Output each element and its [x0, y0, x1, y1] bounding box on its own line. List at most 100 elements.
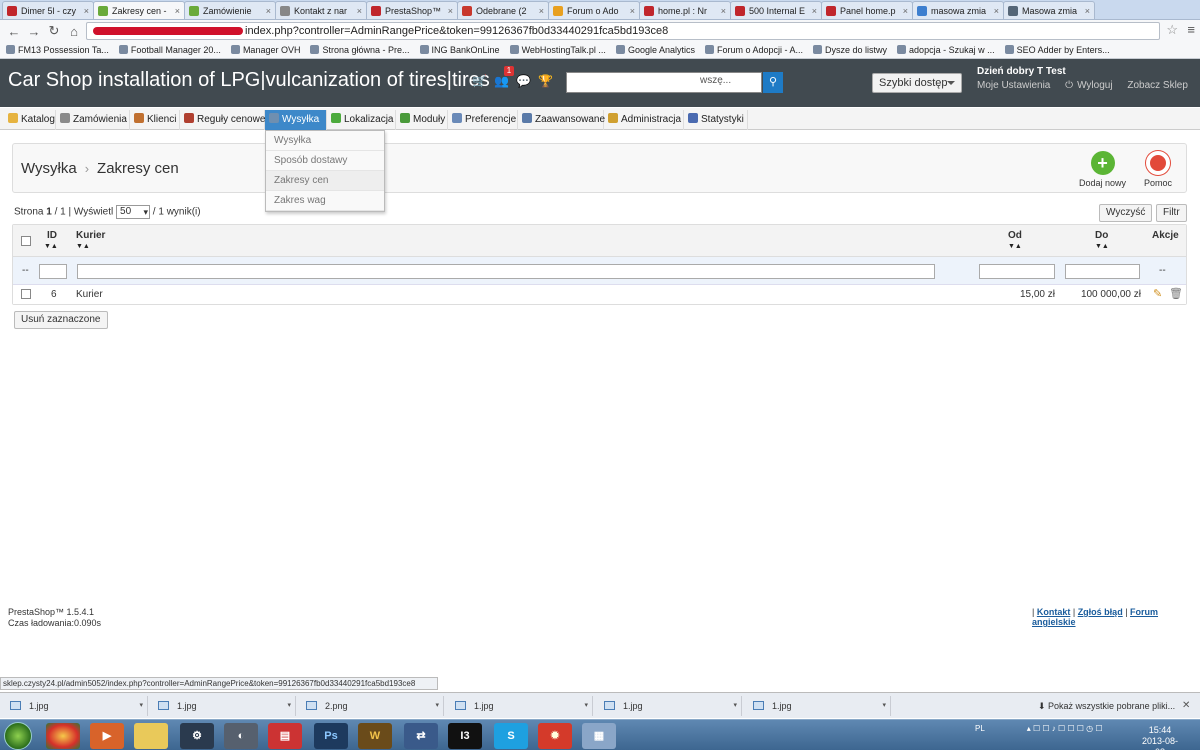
filter-id-input[interactable] [39, 264, 67, 279]
browser-tab[interactable]: PrestaShop™ × [366, 1, 458, 19]
submenu-item-carriers[interactable]: Sposób dostawy [266, 151, 384, 171]
breadcrumb-parent[interactable]: Wysyłka [21, 160, 77, 177]
folder-icon[interactable] [134, 723, 168, 749]
skype-icon[interactable]: S [494, 723, 528, 749]
filter-button[interactable]: Filtr [1156, 204, 1187, 222]
table-row[interactable]: 6 Kurier 15,00 zł 100 000,00 zł ✎ 🗑 [13, 285, 1186, 304]
menu-item[interactable]: Klienci [130, 110, 180, 130]
warcraft-icon[interactable]: W [358, 723, 392, 749]
submenu-item-price-ranges[interactable]: Zakresy cen [266, 171, 384, 191]
admin-search-input[interactable] [566, 72, 762, 93]
sort-from-icon[interactable]: ▼▲ [1008, 243, 1022, 250]
bookmark-item[interactable]: FM13 Possession Ta... [6, 42, 109, 58]
bookmark-item[interactable]: Football Manager 20... [118, 42, 221, 58]
per-page-select[interactable]: 50 [116, 205, 151, 219]
shop-title[interactable]: Car Shop installation of LPG|vulcanizati… [8, 69, 490, 92]
media-player-icon[interactable]: ▶ [90, 723, 124, 749]
menu-item[interactable]: Statystyki [684, 110, 748, 130]
tab-close-icon[interactable]: × [357, 6, 362, 16]
menu-icon[interactable]: ≡ [1187, 22, 1195, 37]
edit-icon[interactable]: ✎ [1153, 287, 1162, 300]
bookmark-item[interactable]: Manager OVH [230, 42, 300, 58]
browser-tab[interactable]: Zamówienie × [184, 1, 276, 19]
bookmark-item[interactable]: adopcja - Szukaj w ... [897, 42, 995, 58]
trophy-icon[interactable]: 🏆 [538, 74, 553, 88]
close-icon[interactable]: ✕ [1182, 696, 1190, 716]
download-item[interactable]: 1.jpg ▾ [745, 696, 891, 716]
filter-to-input[interactable] [1065, 264, 1140, 279]
cart-icon[interactable]: 🛒 [472, 74, 487, 88]
download-menu-icon[interactable]: ▾ [435, 696, 439, 716]
reset-filter-button[interactable]: Wyczyść [1099, 204, 1153, 222]
windows-start-icon[interactable] [4, 722, 32, 750]
view-shop-link[interactable]: Zobacz Sklep [1127, 80, 1188, 91]
menu-item[interactable]: Administracja [604, 110, 684, 130]
search-icon[interactable]: ⚲ [763, 72, 783, 93]
download-menu-icon[interactable]: ▾ [882, 696, 886, 716]
menu-item[interactable]: Zamówienia [56, 110, 130, 130]
browser-tab[interactable]: Odebrane (2 × [457, 1, 549, 19]
bookmark-item[interactable]: Strona główna - Pre... [310, 42, 410, 58]
help-button[interactable]: Pomoc [1144, 151, 1172, 188]
steam-icon[interactable]: ⚙ [180, 723, 214, 749]
submenu-item-shipping[interactable]: Wysyłka [266, 131, 384, 151]
document-icon[interactable]: ▦ [582, 723, 616, 749]
browser-tab[interactable]: Kontakt z nar × [275, 1, 367, 19]
browser-tab[interactable]: Dimer 5l - czy × [2, 1, 94, 19]
submenu-item-weight-ranges[interactable]: Zakres wag [266, 191, 384, 211]
search-scope-select[interactable]: wszę... [700, 75, 731, 86]
show-all-downloads-link[interactable]: ⬇ Pokaż wszystkie pobrane pliki... [1038, 696, 1175, 716]
filter-from-input[interactable] [979, 264, 1055, 279]
photoshop-icon[interactable]: Ps [314, 723, 348, 749]
home-icon[interactable]: ⌂ [66, 24, 82, 39]
download-menu-icon[interactable]: ▾ [584, 696, 588, 716]
sort-to-icon[interactable]: ▼▲ [1095, 243, 1109, 250]
tab-close-icon[interactable]: × [539, 6, 544, 16]
url-field[interactable]: index.php?controller=AdminRangePrice&tok… [86, 22, 1160, 40]
report-bug-link[interactable]: Zgłoś błąd [1078, 607, 1123, 617]
sort-id-icon[interactable]: ▼▲ [44, 243, 58, 250]
browser-tab[interactable]: masowa zmia × [912, 1, 1004, 19]
browser-tab[interactable]: Panel home.p × [821, 1, 913, 19]
menu-item[interactable]: Wysyłka [265, 110, 327, 130]
tab-close-icon[interactable]: × [266, 6, 271, 16]
menu-item[interactable]: Lokalizacja [327, 110, 396, 130]
clock[interactable]: 15:44 2013-08-08 [1138, 725, 1182, 750]
bookmark-item[interactable]: SEO Adder by Enters... [1004, 42, 1110, 58]
tab-close-icon[interactable]: × [903, 6, 908, 16]
browser-tab[interactable]: 500 Internal E × [730, 1, 822, 19]
bulk-delete-button[interactable]: Usuń zaznaczone [14, 311, 108, 329]
forward-icon[interactable]: → [26, 24, 42, 39]
i3-icon[interactable]: I3 [448, 723, 482, 749]
bookmark-item[interactable]: Dysze do listwy [813, 42, 887, 58]
menu-item[interactable]: Moduły [396, 110, 448, 130]
download-item[interactable]: 1.jpg ▾ [447, 696, 593, 716]
quick-access-select[interactable]: Szybki dostęp [872, 73, 962, 93]
tab-close-icon[interactable]: × [1085, 6, 1090, 16]
language-indicator[interactable]: PL [975, 724, 985, 733]
browser-tab[interactable]: Masowa zmia × [1003, 1, 1095, 19]
menu-item[interactable]: Reguły cenowe [180, 110, 265, 130]
download-item[interactable]: 1.jpg ▾ [2, 696, 148, 716]
download-menu-icon[interactable]: ▾ [139, 696, 143, 716]
tab-close-icon[interactable]: × [630, 6, 635, 16]
add-new-button[interactable]: + Dodaj nowy [1079, 151, 1126, 188]
filter-carrier-input[interactable] [77, 264, 935, 279]
messages-icon[interactable]: 💬 [516, 74, 531, 88]
bookmark-item[interactable]: Google Analytics [615, 42, 695, 58]
row-checkbox[interactable] [21, 289, 31, 299]
tab-close-icon[interactable]: × [812, 6, 817, 16]
download-menu-icon[interactable]: ▾ [287, 696, 291, 716]
download-item[interactable]: 1.jpg ▾ [150, 696, 296, 716]
notes-icon[interactable]: ▤ [268, 723, 302, 749]
back-icon[interactable]: ← [6, 24, 22, 39]
menu-item[interactable]: Preferencje [448, 110, 518, 130]
logout-link[interactable]: Wyloguj [1077, 80, 1112, 91]
menu-item[interactable]: Zaawansowane [518, 110, 605, 130]
my-settings-link[interactable]: Moje Ustawienia [977, 80, 1050, 91]
tab-close-icon[interactable]: × [175, 6, 180, 16]
contact-link[interactable]: Kontakt [1037, 607, 1071, 617]
browser-tab[interactable]: Forum o Ado × [548, 1, 640, 19]
tab-close-icon[interactable]: × [994, 6, 999, 16]
sun-icon[interactable]: ✹ [538, 723, 572, 749]
